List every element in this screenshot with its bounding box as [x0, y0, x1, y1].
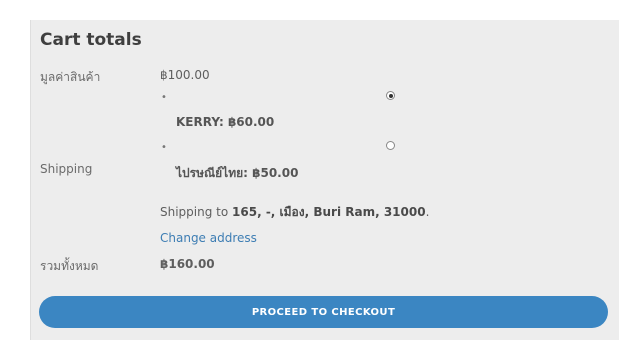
cart-totals-panel: Cart totals มูลค่าสินค้า ฿100.00 • KERRY…	[30, 20, 619, 340]
shipping-option-thaipost-label[interactable]: ไปรษณีย์ไทย: ฿50.00	[176, 164, 298, 183]
shipping-option-kerry-label[interactable]: KERRY: ฿60.00	[176, 115, 274, 129]
total-value: ฿160.00	[160, 257, 215, 271]
proceed-to-checkout-label: PROCEED TO CHECKOUT	[251, 306, 396, 318]
subtotal-value: ฿100.00	[160, 68, 210, 82]
shipping-option-kerry-radio[interactable]	[386, 91, 395, 100]
shipping-option-bullet: •	[161, 92, 167, 103]
proceed-to-checkout-button[interactable]: PROCEED TO CHECKOUT	[39, 296, 608, 328]
cart-totals-title: Cart totals	[40, 30, 142, 50]
shipping-destination-suffix: .	[425, 205, 430, 219]
total-label: รวมทั้งหมด	[40, 259, 99, 273]
shipping-destination-address: 165, -, เมือง, Buri Ram, 31000	[232, 205, 426, 219]
shipping-option-bullet: •	[161, 142, 167, 153]
subtotal-label: มูลค่าสินค้า	[40, 70, 101, 84]
shipping-option-thaipost-radio[interactable]	[386, 141, 395, 150]
shipping-label: Shipping	[40, 162, 93, 176]
shipping-destination: Shipping to 165, -, เมือง, Buri Ram, 310…	[160, 203, 429, 222]
shipping-destination-prefix: Shipping to	[160, 205, 233, 219]
change-address-link[interactable]: Change address	[160, 231, 257, 245]
